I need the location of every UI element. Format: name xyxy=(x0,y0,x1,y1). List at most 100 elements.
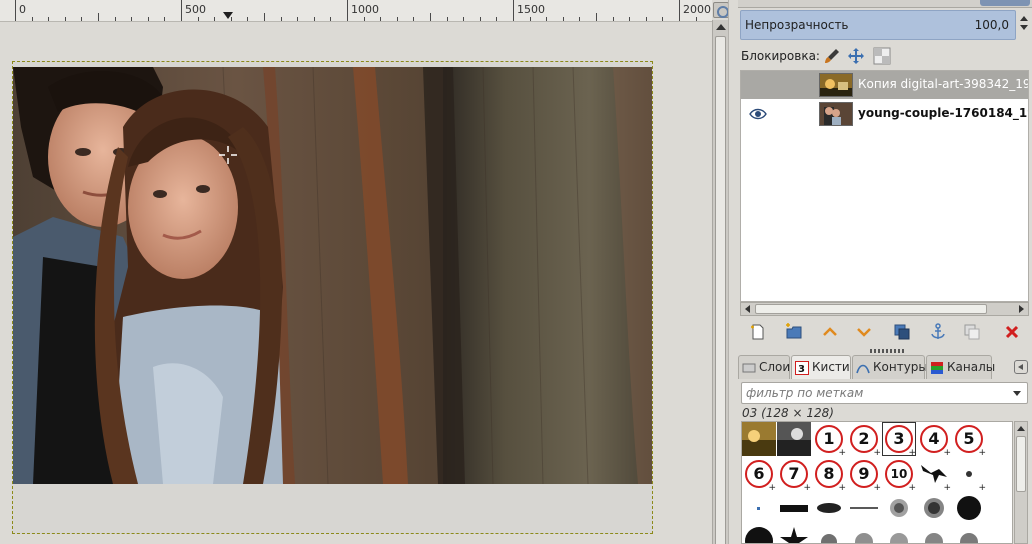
duplicate-icon[interactable] xyxy=(892,322,912,342)
opacity-spinscale[interactable]: Непрозрачность 100,0 xyxy=(740,10,1016,40)
anchor-icon[interactable] xyxy=(928,322,948,342)
canvas-photo[interactable] xyxy=(13,67,652,484)
brush-cell[interactable]: 10 + xyxy=(882,457,916,493)
tab-brushes[interactable]: 3 Кисти xyxy=(791,355,851,379)
brush-cell[interactable]: + xyxy=(952,457,986,493)
layers-horizontal-scrollbar[interactable] xyxy=(740,302,1029,316)
brush-cell[interactable]: 6 + xyxy=(742,457,776,493)
move-icon[interactable] xyxy=(847,47,865,65)
new-group-icon[interactable] xyxy=(784,322,804,342)
tab-menu-icon[interactable] xyxy=(1014,360,1028,374)
texture-brush-icon xyxy=(890,533,908,543)
brush-cell[interactable] xyxy=(952,524,986,543)
brush-cell[interactable] xyxy=(812,492,846,526)
brush-cell[interactable]: 9 + xyxy=(847,457,881,493)
chevron-down-icon[interactable] xyxy=(1013,391,1021,396)
brush-cell[interactable]: 5 + xyxy=(952,422,986,458)
scroll-left-icon[interactable] xyxy=(745,305,750,313)
crosshair-cursor-icon xyxy=(219,146,237,164)
brush-cell[interactable]: 1 + xyxy=(812,422,846,458)
brush-cell[interactable]: 2 + xyxy=(847,422,881,458)
panel-divider[interactable] xyxy=(728,0,738,544)
ruler-minor-tick xyxy=(314,17,315,21)
ellipse-brush-icon xyxy=(817,503,841,513)
layer-row[interactable]: young-couple-1760184_1920.j xyxy=(741,100,1028,128)
checker-icon[interactable] xyxy=(873,47,891,65)
layer-row[interactable]: Копия digital-art-398342_1920 xyxy=(741,71,1028,99)
scrollbar-thumb[interactable] xyxy=(715,36,726,544)
dock-tabs: Слои 3 Кисти Контуры Каналы xyxy=(738,355,1032,379)
scrollbar-thumb[interactable] xyxy=(755,304,987,314)
spin-up-icon[interactable] xyxy=(1020,16,1028,21)
paintbrush-icon[interactable] xyxy=(823,47,841,65)
brush-info: 03 (128 × 128) xyxy=(742,406,834,420)
opacity-value[interactable]: 100,0 xyxy=(975,18,1009,32)
brush-cell[interactable] xyxy=(742,422,776,456)
brush-cell[interactable] xyxy=(917,492,951,526)
ruler-minor-tick xyxy=(65,17,66,21)
brush-cell[interactable] xyxy=(847,492,881,526)
paths-icon xyxy=(856,364,870,374)
opacity-label: Непрозрачность xyxy=(745,18,849,32)
brush-cell-selected[interactable]: 3 + xyxy=(882,422,916,458)
tab-channels[interactable]: Каналы xyxy=(926,355,996,379)
tab-label: Слои xyxy=(759,360,791,374)
brush-grid[interactable]: 1 + 2 + 3 + 4 + 5 + 6 + 7 + 8 + 9 + 10 + + + xyxy=(741,421,1013,544)
canvas-vertical-scrollbar[interactable] xyxy=(712,20,728,544)
ruler-minor-tick xyxy=(115,17,116,21)
dock-tab-fragment[interactable] xyxy=(980,0,1030,6)
layers-icon xyxy=(742,363,756,373)
svg-text:3: 3 xyxy=(798,364,805,375)
brush-cell[interactable]: 8 + xyxy=(812,457,846,493)
ruler-minor-tick xyxy=(646,17,647,21)
ruler-minor-tick xyxy=(530,17,531,21)
ruler-minor-tick xyxy=(198,17,199,21)
pane-grip[interactable] xyxy=(870,349,906,353)
spin-down-icon[interactable] xyxy=(1020,25,1028,30)
merge-icon[interactable] xyxy=(962,322,982,342)
scrollbar-thumb[interactable] xyxy=(1016,436,1026,492)
star-icon xyxy=(780,527,808,543)
texture-brush-icon xyxy=(960,533,978,543)
brush-cell[interactable] xyxy=(917,524,951,543)
ruler-minor-tick xyxy=(496,17,497,21)
close-icon[interactable] xyxy=(1002,322,1022,342)
brush-grid-scrollbar[interactable] xyxy=(1014,421,1028,544)
tag-filter-input[interactable] xyxy=(746,385,1006,401)
brush-cell[interactable] xyxy=(777,422,811,456)
layer-name[interactable]: young-couple-1760184_1920.j xyxy=(858,106,1028,120)
brush-cell[interactable] xyxy=(812,524,846,543)
layer-name[interactable]: Копия digital-art-398342_1920 xyxy=(858,77,1028,91)
brush-cell[interactable] xyxy=(742,524,776,543)
layers-list[interactable]: Копия digital-art-398342_1920 young-coup… xyxy=(740,70,1029,302)
scroll-up-icon[interactable] xyxy=(716,24,726,30)
ruler-minor-tick xyxy=(364,17,365,21)
brush-cell[interactable] xyxy=(882,492,916,526)
eye-icon[interactable] xyxy=(749,107,767,121)
brush-cell[interactable] xyxy=(847,524,881,543)
navigate-toggle-icon[interactable] xyxy=(713,2,729,18)
tab-paths[interactable]: Контуры xyxy=(852,355,928,379)
tab-layers[interactable]: Слои xyxy=(738,355,790,379)
chevron-down-icon[interactable] xyxy=(854,322,874,342)
brush-cell[interactable] xyxy=(882,524,916,543)
texture-brush-icon xyxy=(925,533,943,543)
brush-cell[interactable]: 4 + xyxy=(917,422,951,458)
brush-cell[interactable]: + xyxy=(917,457,951,493)
brush-cell[interactable] xyxy=(952,492,986,526)
opacity-spin-buttons[interactable] xyxy=(1018,12,1030,40)
tab-label: Каналы xyxy=(947,360,996,374)
brush-cell[interactable] xyxy=(777,524,811,543)
new-layer-icon[interactable] xyxy=(748,322,768,342)
ruler-minor-tick xyxy=(281,17,282,21)
scroll-right-icon[interactable] xyxy=(1019,305,1024,313)
layer-thumbnail xyxy=(819,102,853,126)
pointer-position-marker xyxy=(223,12,233,19)
chevron-up-icon[interactable] xyxy=(820,322,840,342)
brush-cell[interactable] xyxy=(777,492,811,526)
scroll-up-icon[interactable] xyxy=(1017,426,1025,431)
tag-filter-combo[interactable] xyxy=(741,382,1028,404)
brush-cell[interactable]: 7 + xyxy=(777,457,811,493)
channels-icon xyxy=(931,362,943,374)
brush-cell[interactable] xyxy=(742,492,776,526)
